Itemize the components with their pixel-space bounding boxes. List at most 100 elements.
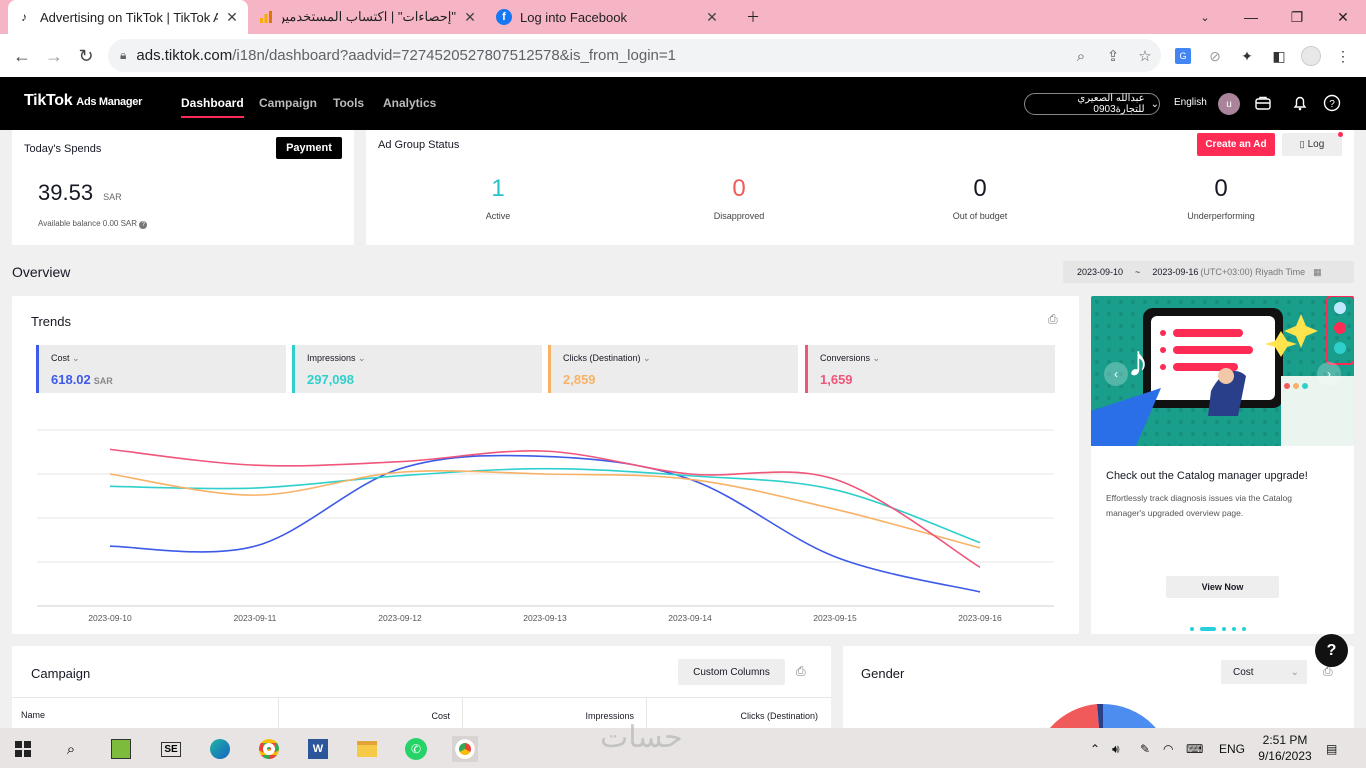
chevron-down-icon: ⌄ — [872, 353, 881, 363]
stat-out-of-budget[interactable]: 0 Out of budget — [920, 175, 1040, 221]
address-toolbar: ← → ↻ 🔒︎ ads.tiktok.com/i18n/dashboard?a… — [0, 34, 1366, 77]
nav-campaign[interactable]: Campaign — [259, 96, 317, 110]
forward-icon[interactable]: → — [40, 42, 68, 70]
gender-metric-select[interactable]: Cost ⌄ — [1221, 660, 1307, 684]
carousel-next-icon[interactable]: › — [1317, 362, 1341, 386]
url-bar[interactable]: 🔒︎ ads.tiktok.com/i18n/dashboard?aadvid=… — [108, 39, 1161, 72]
export-icon[interactable]: ⎙ — [796, 664, 806, 679]
puzzle-icon[interactable]: ✦ — [1236, 45, 1258, 67]
clock[interactable]: 2:51 PM 9/16/2023 — [1250, 732, 1320, 764]
nav-tools[interactable]: Tools — [333, 96, 364, 110]
notification-center-icon[interactable]: ▤ — [1326, 742, 1337, 756]
custom-columns-button[interactable]: Custom Columns — [678, 659, 785, 685]
account-selector[interactable]: عبدالله الصعيري للتجارة0903 ⌄ — [1024, 93, 1160, 115]
language-selector[interactable]: English — [1174, 97, 1207, 108]
x-tick-label: 2023-09-13 — [523, 613, 567, 623]
overview-title: Overview — [12, 264, 71, 280]
metric-clicks[interactable]: Clicks (Destination) ⌄ 2,859 — [548, 345, 798, 393]
zoom-icon[interactable]: ⌕ — [1070, 45, 1092, 67]
date-range-picker[interactable]: 2023-09-10 ~ 2023-09-16 (UTC+03:00) Riya… — [1063, 261, 1354, 283]
help-chat-button[interactable]: ? — [1315, 634, 1348, 667]
view-now-button[interactable]: View Now — [1166, 576, 1279, 598]
menu-dots-icon[interactable]: ⋮ — [1332, 45, 1354, 67]
close-tab-icon[interactable]: ✕ — [462, 9, 478, 26]
column-header-name[interactable]: Name — [21, 710, 45, 720]
restore-icon[interactable]: ❐ — [1274, 0, 1320, 34]
tab-analytics[interactable]: "إحصاءات" | اكتساب المستخدمين: ✕ — [250, 0, 486, 34]
payment-button[interactable]: Payment — [276, 137, 342, 159]
avatar[interactable]: u — [1218, 93, 1240, 115]
nav-dashboard[interactable]: Dashboard — [165, 96, 260, 118]
whatsapp-icon[interactable]: ✆ — [403, 736, 429, 762]
column-header-cost[interactable]: Cost — [278, 711, 450, 721]
windows-start-icon[interactable] — [10, 736, 36, 762]
series-line-cost[interactable] — [109, 454, 981, 593]
back-icon[interactable]: ← — [8, 42, 36, 70]
promo-illustration: ♪ — [1091, 296, 1354, 446]
gender-title: Gender — [861, 666, 905, 681]
tab-tiktok[interactable]: ♪ Advertising on TikTok | TikTok Ad ✕ — [8, 0, 248, 34]
profile-icon[interactable] — [1300, 45, 1322, 67]
volume-icon[interactable]: 🔊︎ — [1112, 742, 1120, 757]
browser-tab-bar: ♪ Advertising on TikTok | TikTok Ad ✕ "إ… — [0, 0, 1366, 34]
close-tab-icon[interactable]: ✕ — [224, 9, 240, 26]
close-tab-icon[interactable]: ✕ — [704, 9, 720, 26]
gender-card: Gender Cost ⌄ ⎙ — [843, 646, 1354, 728]
close-window-icon[interactable]: ✕ — [1320, 0, 1366, 34]
app-se-icon[interactable]: SE — [158, 736, 184, 762]
pen-icon[interactable]: ✎ — [1140, 742, 1150, 756]
briefcase-icon[interactable] — [1253, 93, 1273, 113]
search-icon[interactable]: ⌕ — [58, 736, 84, 762]
tab-facebook[interactable]: f Log into Facebook ✕ — [488, 0, 728, 34]
lock-icon: 🔒︎ — [120, 48, 127, 62]
chevron-down-icon: ⌄ — [358, 353, 366, 363]
stat-disapproved[interactable]: 0 Disapproved — [679, 175, 799, 221]
x-tick-label: 2023-09-10 — [88, 613, 132, 623]
chrome-icon[interactable] — [256, 736, 282, 762]
bookmark-star-icon[interactable]: ☆ — [1134, 45, 1156, 67]
metric-impressions[interactable]: Impressions ⌄ 297,098 — [292, 345, 542, 393]
new-tab-icon[interactable]: ＋ — [730, 0, 776, 34]
chevron-down-icon: ⌄ — [72, 353, 80, 363]
chrome-active-icon[interactable] — [452, 736, 478, 762]
sidepanel-icon[interactable]: ◧ — [1268, 45, 1290, 67]
campaign-title: Campaign — [31, 666, 91, 681]
minimize-icon[interactable]: — — [1228, 0, 1274, 34]
metric-conversions[interactable]: Conversions ⌄ 1,659 — [805, 345, 1055, 393]
stat-underperforming[interactable]: 0 Underperforming — [1161, 175, 1281, 221]
file-explorer-icon[interactable] — [354, 736, 380, 762]
language-indicator[interactable]: ENG — [1219, 742, 1245, 756]
info-icon[interactable]: ? — [139, 221, 148, 229]
ad-group-title: Ad Group Status — [378, 139, 460, 151]
reload-icon[interactable]: ↻ — [72, 42, 100, 70]
stat-active[interactable]: 1 Active — [438, 175, 558, 221]
word-icon[interactable]: W — [305, 736, 331, 762]
tiktok-logo[interactable]: TikTok Ads Manager — [24, 92, 142, 110]
app-chart-icon[interactable] — [108, 736, 134, 762]
dashboard-content: Today's Spends Payment 39.53 SAR Availabl… — [0, 130, 1366, 728]
trends-title: Trends — [31, 314, 71, 329]
log-button[interactable]: ▯ Log — [1282, 133, 1342, 156]
help-icon[interactable]: ? — [1322, 93, 1342, 113]
share-icon[interactable]: ⇪ — [1102, 45, 1124, 67]
x-tick-label: 2023-09-14 — [668, 613, 712, 623]
create-ad-button[interactable]: Create an Ad — [1197, 133, 1275, 156]
keyboard-icon[interactable]: ⌨ — [1186, 742, 1203, 756]
document-icon: ▯ — [1299, 139, 1305, 149]
wifi-icon[interactable]: ◠ — [1163, 742, 1173, 756]
tray-chevron-icon[interactable]: ⌃ — [1090, 742, 1100, 756]
series-line-clicks-destination[interactable] — [109, 470, 981, 549]
export-icon[interactable]: ⎙ — [1048, 312, 1058, 327]
bell-icon[interactable] — [1290, 93, 1310, 113]
metric-cost[interactable]: Cost ⌄ 618.02 SAR — [36, 345, 286, 393]
nav-analytics[interactable]: Analytics — [383, 96, 436, 110]
spends-title: Today's Spends — [24, 143, 102, 155]
extension-icon[interactable]: ⊘ — [1204, 45, 1226, 67]
chevron-down-icon: ⌄ — [643, 353, 651, 363]
tab-search-icon[interactable]: ⌄ — [1182, 0, 1228, 34]
carousel-dots[interactable] — [1187, 618, 1249, 634]
series-line-impressions[interactable] — [109, 467, 981, 544]
carousel-prev-icon[interactable]: ‹ — [1104, 362, 1128, 386]
edge-icon[interactable] — [207, 736, 233, 762]
translate-icon[interactable]: G — [1172, 45, 1194, 67]
